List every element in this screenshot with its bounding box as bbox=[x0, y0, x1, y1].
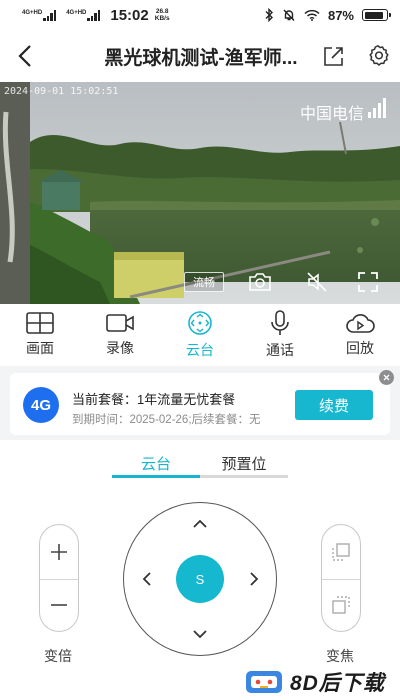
minus-icon bbox=[51, 603, 67, 606]
focus-out-icon bbox=[332, 595, 350, 614]
plus-icon bbox=[51, 543, 67, 560]
quality-button[interactable]: 流畅 bbox=[184, 272, 224, 292]
current-plan: 当前套餐：1年流量无忧套餐 bbox=[72, 392, 236, 407]
snapshot-button[interactable] bbox=[247, 269, 273, 295]
close-card-button[interactable] bbox=[379, 370, 394, 385]
video-carrier: 中国电信 bbox=[299, 106, 364, 123]
settings-button[interactable] bbox=[356, 30, 400, 82]
ptz-center-button[interactable]: S bbox=[176, 555, 224, 603]
sim1-signal: 4G+HD bbox=[22, 9, 57, 21]
ptz-up-button[interactable] bbox=[188, 511, 212, 535]
focus-label: 变焦 bbox=[326, 648, 354, 664]
status-right: 87% bbox=[264, 7, 391, 23]
zoom-in-button[interactable] bbox=[40, 525, 78, 578]
chevron-down-icon bbox=[193, 629, 207, 638]
focus-in-icon bbox=[332, 542, 350, 561]
status-bar: 4G+HD 4G+HD 15:02 26.8 KB/s 87% bbox=[0, 0, 400, 30]
back-button[interactable] bbox=[0, 30, 50, 82]
battery-fill bbox=[364, 11, 383, 19]
video-view[interactable]: 2024-09-01 15:02:51 中国电信 bbox=[0, 82, 400, 304]
net-speed-unit: KB/s bbox=[154, 15, 170, 22]
package-card: 4G 当前套餐：1年流量无忧套餐 到期时间：2025-02-26;后续套餐：无 … bbox=[10, 370, 394, 435]
chevron-left-icon bbox=[142, 572, 151, 586]
bluetooth-icon bbox=[265, 8, 273, 22]
grid-icon bbox=[26, 312, 54, 334]
status-clock: 15:02 bbox=[110, 6, 149, 24]
function-tabs: 画面 录像 云台 通话 回放 bbox=[0, 304, 400, 366]
close-icon bbox=[383, 374, 390, 381]
robot-logo-icon bbox=[246, 671, 282, 693]
microphone-icon bbox=[271, 310, 289, 335]
tab-ptz[interactable]: 云台 bbox=[160, 304, 240, 366]
mute-button[interactable] bbox=[304, 269, 330, 295]
tab-record-label: 录像 bbox=[106, 340, 134, 356]
tab-talk-label: 通话 bbox=[266, 342, 294, 358]
page-title: 黑光球机测试-渔军师... bbox=[104, 47, 298, 69]
ptz-down-button[interactable] bbox=[188, 622, 212, 646]
fullscreen-button[interactable] bbox=[355, 269, 381, 295]
wifi-icon bbox=[304, 9, 320, 21]
tab-playback[interactable]: 回放 bbox=[320, 304, 400, 366]
tab-record[interactable]: 录像 bbox=[80, 304, 160, 366]
chevron-left-icon bbox=[18, 45, 31, 67]
chevron-up-icon bbox=[193, 519, 207, 528]
sim2-signal: 4G+HD bbox=[66, 9, 101, 21]
ptz-panel: 云台 预置位 变倍 S 变焦 bbox=[0, 440, 400, 700]
share-icon bbox=[324, 47, 343, 66]
ptz-joystick[interactable]: S bbox=[123, 502, 277, 656]
cloud-play-icon bbox=[346, 314, 375, 333]
focus-control bbox=[321, 524, 361, 632]
signal-bars-icon bbox=[43, 9, 57, 21]
bell-off-icon bbox=[283, 9, 295, 21]
camera-icon bbox=[249, 273, 271, 291]
tab-playback-label: 回放 bbox=[346, 340, 374, 356]
ptz-left-button[interactable] bbox=[134, 567, 158, 591]
sim1-label: 4G+HD bbox=[22, 9, 43, 16]
zoom-out-button[interactable] bbox=[40, 578, 78, 631]
4g-badge-icon: 4G bbox=[23, 387, 59, 423]
mute-icon bbox=[307, 272, 327, 292]
focus-far-button[interactable] bbox=[322, 578, 360, 631]
share-button[interactable] bbox=[312, 30, 356, 82]
net-speed: 26.8 KB/s bbox=[155, 8, 170, 22]
badge-text: 4G bbox=[30, 396, 51, 414]
battery-icon bbox=[362, 9, 391, 21]
video-camera-icon bbox=[106, 314, 134, 332]
header: 黑光球机测试-渔军师... bbox=[0, 30, 400, 82]
plan-expiry: 到期时间：2025-02-26;后续套餐：无 bbox=[72, 414, 261, 426]
watermark-text: 8D后下载 bbox=[290, 672, 385, 695]
signal-bars-icon bbox=[87, 9, 101, 21]
battery-percent: 87% bbox=[327, 7, 354, 23]
tab-ptz-label: 云台 bbox=[186, 342, 214, 358]
gear-icon bbox=[369, 45, 389, 66]
sim2-label: 4G+HD bbox=[66, 9, 87, 16]
zoom-control bbox=[39, 524, 79, 632]
video-signal-icon bbox=[368, 98, 386, 118]
ptz-right-button[interactable] bbox=[242, 567, 266, 591]
app-root: 4G+HD 4G+HD 15:02 26.8 KB/s 87% 黑光球机测试-渔… bbox=[0, 0, 400, 700]
tab-screen-label: 画面 bbox=[26, 340, 54, 356]
renew-button[interactable]: 续费 bbox=[295, 390, 373, 420]
focus-near-button[interactable] bbox=[322, 525, 360, 578]
chevron-right-icon bbox=[249, 572, 258, 586]
package-section: 4G 当前套餐：1年流量无忧套餐 到期时间：2025-02-26;后续套餐：无 … bbox=[0, 366, 400, 440]
net-speed-value: 26.8 bbox=[155, 8, 169, 15]
tab-talk[interactable]: 通话 bbox=[240, 304, 320, 366]
ptz-icon bbox=[188, 311, 212, 335]
video-timestamp: 2024-09-01 15:02:51 bbox=[4, 86, 119, 97]
subtab-active-indicator bbox=[112, 475, 200, 478]
zoom-label: 变倍 bbox=[44, 648, 72, 664]
watermark: 8D后下载 bbox=[244, 666, 394, 698]
fullscreen-icon bbox=[358, 272, 378, 292]
tab-screen[interactable]: 画面 bbox=[0, 304, 80, 366]
